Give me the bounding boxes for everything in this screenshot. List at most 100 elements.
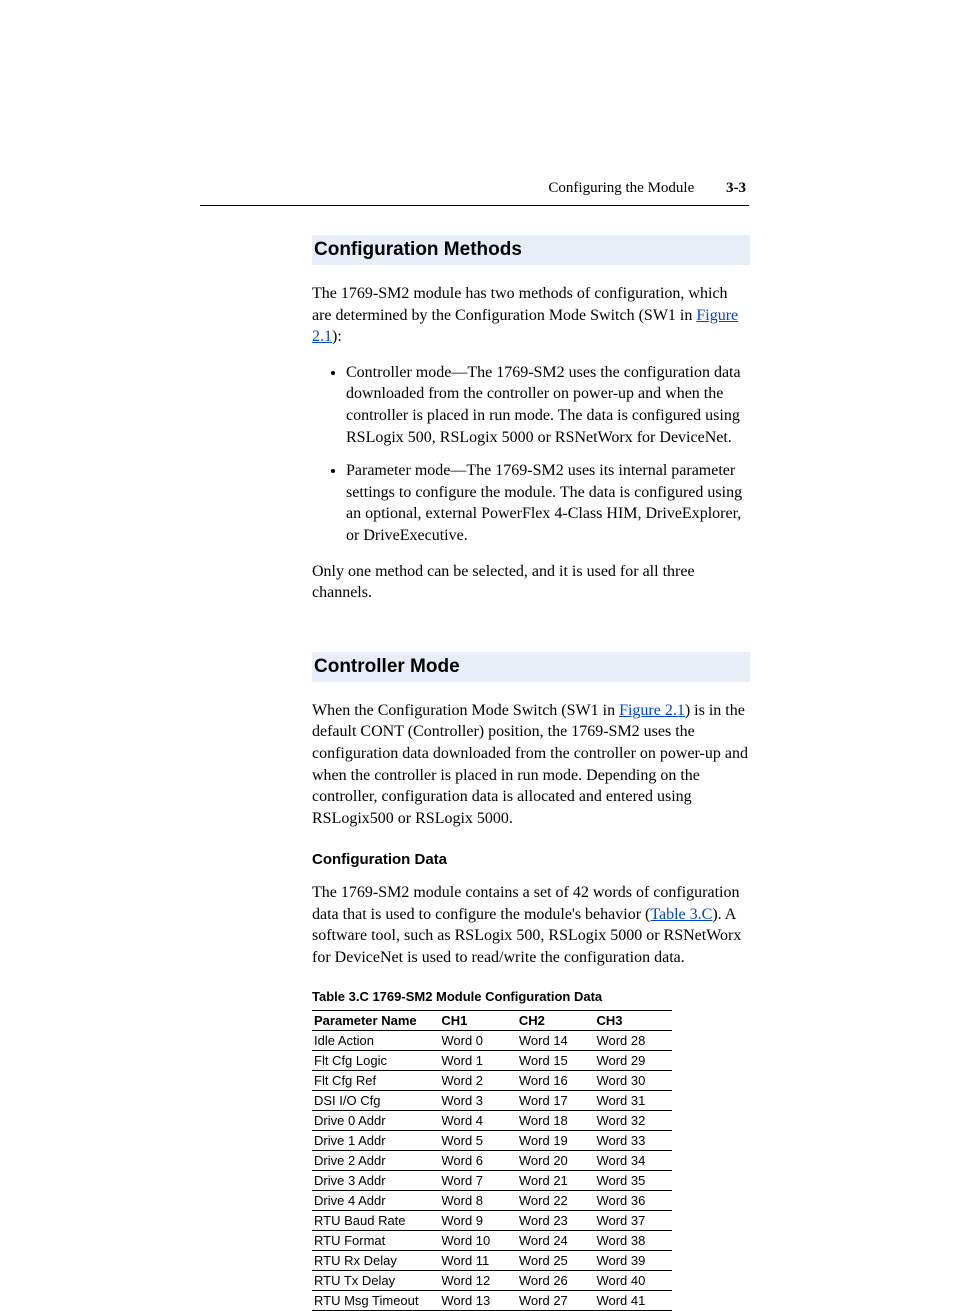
table-cell: Word 26: [517, 1270, 595, 1290]
table-cell: Word 41: [594, 1290, 672, 1310]
table-cell: Word 2: [439, 1070, 517, 1090]
table-row: Flt Cfg RefWord 2Word 16Word 30: [312, 1070, 672, 1090]
table-cell: Word 0: [439, 1030, 517, 1050]
text: When the Configuration Mode Switch (SW1 …: [312, 702, 619, 719]
running-header: Configuring the Module 3-3: [548, 180, 746, 197]
col-header: CH1: [439, 1010, 517, 1030]
paragraph: When the Configuration Mode Switch (SW1 …: [312, 700, 749, 830]
config-data-table: Parameter Name CH1 CH2 CH3 Idle ActionWo…: [312, 1010, 672, 1311]
table-cell: Word 37: [594, 1210, 672, 1230]
link-table-3c[interactable]: Table 3.C: [650, 906, 712, 923]
table-cell: Word 7: [439, 1170, 517, 1190]
table-cell: Word 3: [439, 1090, 517, 1110]
paragraph: The 1769-SM2 module has two methods of c…: [312, 283, 749, 348]
table-cell: Drive 3 Addr: [312, 1170, 439, 1190]
text: The 1769-SM2 module has two methods of c…: [312, 285, 728, 324]
table-cell: Word 16: [517, 1070, 595, 1090]
table-cell: Word 14: [517, 1030, 595, 1050]
table-body: Idle ActionWord 0Word 14Word 28Flt Cfg L…: [312, 1030, 672, 1310]
table-cell: Word 12: [439, 1270, 517, 1290]
table-cell: Word 29: [594, 1050, 672, 1070]
table-cell: Drive 1 Addr: [312, 1130, 439, 1150]
table-cell: Word 23: [517, 1210, 595, 1230]
table-header-row: Parameter Name CH1 CH2 CH3: [312, 1010, 672, 1030]
table-caption: Table 3.C 1769-SM2 Module Configuration …: [312, 989, 749, 1004]
table-cell: Word 6: [439, 1150, 517, 1170]
subsection-heading-config-data: Configuration Data: [312, 851, 749, 868]
link-figure-2-1[interactable]: Figure 2.1: [619, 702, 685, 719]
table-cell: Word 9: [439, 1210, 517, 1230]
table-cell: Flt Cfg Ref: [312, 1070, 439, 1090]
table-cell: Word 1: [439, 1050, 517, 1070]
table-cell: Word 39: [594, 1250, 672, 1270]
table-cell: Word 30: [594, 1070, 672, 1090]
table-row: Flt Cfg LogicWord 1Word 15Word 29: [312, 1050, 672, 1070]
col-header: Parameter Name: [312, 1010, 439, 1030]
table-cell: Word 4: [439, 1110, 517, 1130]
table-cell: Idle Action: [312, 1030, 439, 1050]
table-cell: RTU Format: [312, 1230, 439, 1250]
table-cell: Word 11: [439, 1250, 517, 1270]
paragraph: The 1769-SM2 module contains a set of 42…: [312, 882, 749, 968]
table-cell: Word 20: [517, 1150, 595, 1170]
section-heading-controller-mode: Controller Mode: [312, 652, 750, 682]
table-cell: Drive 0 Addr: [312, 1110, 439, 1130]
bullet-list: Controller mode—The 1769-SM2 uses the co…: [312, 362, 749, 547]
table-cell: Word 22: [517, 1190, 595, 1210]
table-row: Drive 3 AddrWord 7Word 21Word 35: [312, 1170, 672, 1190]
table-cell: Word 19: [517, 1130, 595, 1150]
table-cell: DSI I/O Cfg: [312, 1090, 439, 1110]
table-cell: Word 8: [439, 1190, 517, 1210]
text: ):: [332, 328, 342, 345]
table-cell: RTU Tx Delay: [312, 1270, 439, 1290]
table-cell: Word 35: [594, 1170, 672, 1190]
table-cell: Word 27: [517, 1290, 595, 1310]
section-heading-config-methods: Configuration Methods: [312, 235, 750, 265]
table-cell: Word 32: [594, 1110, 672, 1130]
table-row: Drive 4 AddrWord 8Word 22Word 36: [312, 1190, 672, 1210]
table-cell: Word 17: [517, 1090, 595, 1110]
text: ) is in the default CONT (Controller) po…: [312, 702, 748, 827]
list-item: Controller mode—The 1769-SM2 uses the co…: [346, 362, 749, 448]
table-row: RTU Rx DelayWord 11Word 25Word 39: [312, 1250, 672, 1270]
table-row: Drive 0 AddrWord 4Word 18Word 32: [312, 1110, 672, 1130]
table-cell: Word 34: [594, 1150, 672, 1170]
table-cell: Word 31: [594, 1090, 672, 1110]
header-title: Configuring the Module: [548, 180, 694, 196]
list-item: Parameter mode—The 1769-SM2 uses its int…: [346, 460, 749, 546]
table-cell: Drive 4 Addr: [312, 1190, 439, 1210]
table-row: Idle ActionWord 0Word 14Word 28: [312, 1030, 672, 1050]
col-header: CH3: [594, 1010, 672, 1030]
table-cell: Word 5: [439, 1130, 517, 1150]
table-cell: Word 18: [517, 1110, 595, 1130]
page-number: 3-3: [726, 180, 746, 196]
table-cell: Word 36: [594, 1190, 672, 1210]
table-cell: Word 25: [517, 1250, 595, 1270]
paragraph: Only one method can be selected, and it …: [312, 561, 749, 604]
table-row: DSI I/O CfgWord 3Word 17Word 31: [312, 1090, 672, 1110]
table-row: Drive 1 AddrWord 5Word 19Word 33: [312, 1130, 672, 1150]
table-row: RTU Tx DelayWord 12Word 26Word 40: [312, 1270, 672, 1290]
content-area: Configuration Methods The 1769-SM2 modul…: [312, 235, 749, 1311]
table-cell: Flt Cfg Logic: [312, 1050, 439, 1070]
table-cell: Word 10: [439, 1230, 517, 1250]
table-cell: Drive 2 Addr: [312, 1150, 439, 1170]
table-cell: Word 24: [517, 1230, 595, 1250]
table-cell: Word 38: [594, 1230, 672, 1250]
table-row: RTU Baud RateWord 9Word 23Word 37: [312, 1210, 672, 1230]
table-cell: RTU Msg Timeout: [312, 1290, 439, 1310]
table-cell: Word 21: [517, 1170, 595, 1190]
table-cell: Word 13: [439, 1290, 517, 1310]
table-cell: Word 33: [594, 1130, 672, 1150]
table-cell: Word 28: [594, 1030, 672, 1050]
col-header: CH2: [517, 1010, 595, 1030]
header-rule: [200, 205, 749, 206]
table-row: Drive 2 AddrWord 6Word 20Word 34: [312, 1150, 672, 1170]
table-cell: Word 40: [594, 1270, 672, 1290]
table-cell: RTU Rx Delay: [312, 1250, 439, 1270]
table-cell: Word 15: [517, 1050, 595, 1070]
table-cell: RTU Baud Rate: [312, 1210, 439, 1230]
page: Configuring the Module 3-3 Configuration…: [0, 0, 954, 1235]
table-row: RTU FormatWord 10Word 24Word 38: [312, 1230, 672, 1250]
table-row: RTU Msg TimeoutWord 13Word 27Word 41: [312, 1290, 672, 1310]
